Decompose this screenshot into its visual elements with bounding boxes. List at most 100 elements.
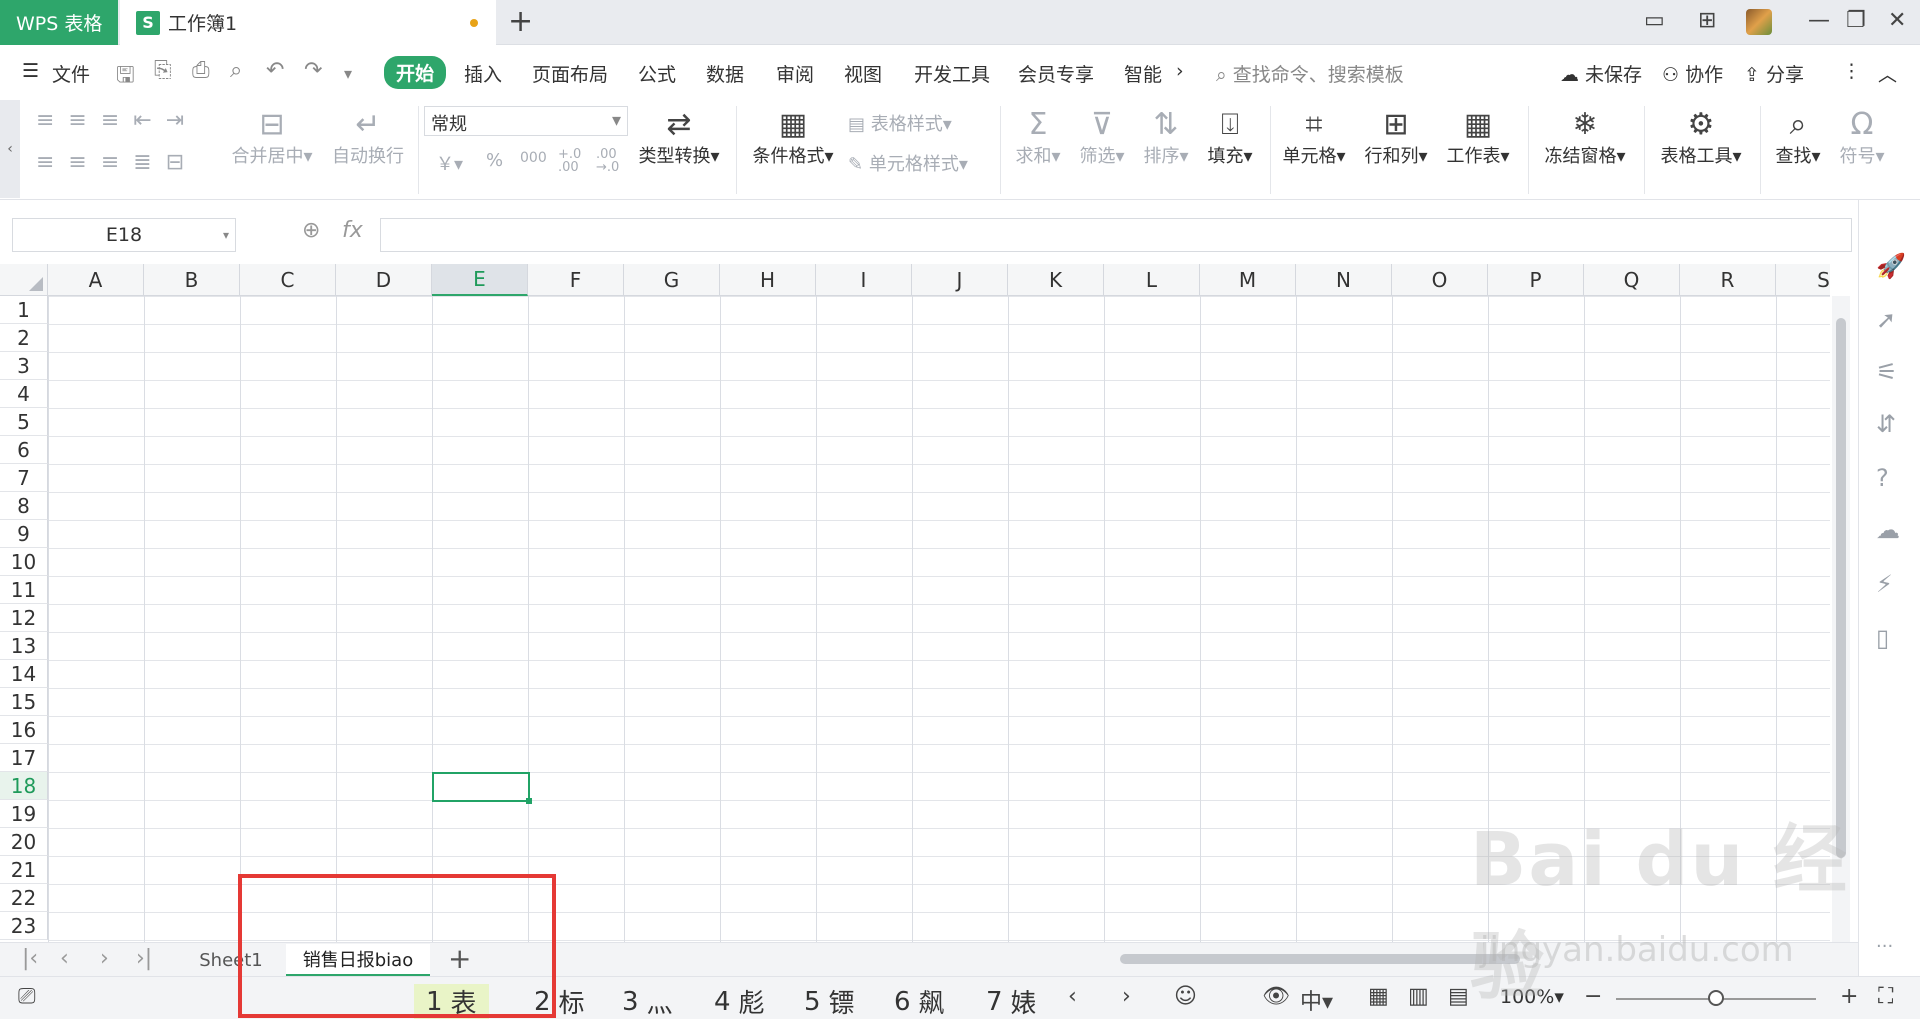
- redo-icon[interactable]: ↷: [304, 58, 322, 83]
- percent-format-button[interactable]: %: [486, 150, 503, 171]
- ime-candidate-5[interactable]: 5镖: [792, 984, 867, 1019]
- worksheet-button[interactable]: ▦ 工作表▾: [1442, 108, 1514, 168]
- next-sheet-icon[interactable]: ›: [100, 946, 109, 971]
- print-preview-icon[interactable]: ⌕: [230, 58, 242, 83]
- cell-button[interactable]: ⌗ 单元格▾: [1278, 108, 1350, 168]
- column-header-j[interactable]: J: [912, 264, 1008, 296]
- lightning-icon[interactable]: ⚡: [1876, 570, 1893, 598]
- ime-candidate-6[interactable]: 6飙: [882, 984, 957, 1019]
- close-icon[interactable]: ✕: [1888, 8, 1906, 33]
- row-header-7[interactable]: 7: [0, 464, 48, 492]
- column-header-p[interactable]: P: [1488, 264, 1584, 296]
- formula-input[interactable]: [380, 218, 1852, 252]
- column-header-a[interactable]: A: [48, 264, 144, 296]
- row-header-16[interactable]: 16: [0, 716, 48, 744]
- row-header-17[interactable]: 17: [0, 744, 48, 772]
- vertical-scrollbar-thumb[interactable]: [1836, 318, 1846, 858]
- row-header-10[interactable]: 10: [0, 548, 48, 576]
- quick-access-dropdown-icon[interactable]: ▾: [344, 64, 352, 83]
- menu-tab-insert[interactable]: 插入: [464, 60, 502, 87]
- ime-candidate-3[interactable]: 3灬: [610, 984, 685, 1019]
- merge-center-button[interactable]: ⊟ 合并居中▾: [230, 108, 314, 168]
- menu-tab-home[interactable]: 开始: [384, 56, 447, 89]
- menu-tab-page-layout[interactable]: 页面布局: [532, 60, 608, 87]
- first-sheet-icon[interactable]: |‹: [22, 946, 38, 971]
- name-box[interactable]: E18 ▾: [12, 218, 236, 252]
- row-col-button[interactable]: ⊞ 行和列▾: [1360, 108, 1432, 168]
- horizontal-scrollbar-thumb[interactable]: [1120, 954, 1520, 964]
- share-button[interactable]: ⇪ 分享: [1744, 60, 1804, 87]
- menu-tab-review[interactable]: 审阅: [776, 60, 814, 87]
- sheet-tab-sheet1[interactable]: Sheet1: [178, 944, 284, 976]
- row-header-4[interactable]: 4: [0, 380, 48, 408]
- find-button[interactable]: ⌕ 查找▾: [1770, 108, 1826, 168]
- add-sheet-button[interactable]: +: [448, 942, 471, 975]
- cell-style-button[interactable]: ✎ 单元格样式▾: [848, 150, 968, 176]
- hamburger-menu-icon[interactable]: ☰: [22, 60, 39, 82]
- row-header-2[interactable]: 2: [0, 324, 48, 352]
- last-sheet-icon[interactable]: ›|: [136, 946, 152, 971]
- collapse-ribbon-icon[interactable]: ︿: [1878, 60, 1897, 87]
- column-header-k[interactable]: K: [1008, 264, 1104, 296]
- column-header-i[interactable]: I: [816, 264, 912, 296]
- backup-icon[interactable]: ☁: [1876, 516, 1900, 544]
- column-header-m[interactable]: M: [1200, 264, 1296, 296]
- thousands-separator-button[interactable]: 000: [520, 150, 547, 166]
- more-options-icon[interactable]: ⋮: [1842, 60, 1861, 82]
- active-cell-e18[interactable]: [432, 772, 532, 804]
- ime-candidate-7[interactable]: 7婊: [974, 984, 1049, 1019]
- sort-button[interactable]: ⇅ 排序▾: [1138, 108, 1194, 168]
- filter-button[interactable]: ⊽ 筛选▾: [1074, 108, 1130, 168]
- row-header-20[interactable]: 20: [0, 828, 48, 856]
- column-header-r[interactable]: R: [1680, 264, 1776, 296]
- row-header-8[interactable]: 8: [0, 492, 48, 520]
- rocket-icon[interactable]: 🚀: [1876, 252, 1906, 280]
- row-header-1[interactable]: 1: [0, 296, 48, 324]
- column-header-o[interactable]: O: [1392, 264, 1488, 296]
- column-header-l[interactable]: L: [1104, 264, 1200, 296]
- collab-button[interactable]: ⚇ 协作: [1662, 60, 1723, 87]
- row-header-15[interactable]: 15: [0, 688, 48, 716]
- avatar[interactable]: [1746, 9, 1772, 35]
- apps-grid-icon[interactable]: ⊞: [1698, 8, 1716, 33]
- prev-sheet-icon[interactable]: ‹: [60, 946, 69, 971]
- pointer-icon[interactable]: ➚: [1876, 306, 1896, 334]
- export-pdf-icon[interactable]: ⎘: [154, 58, 172, 83]
- column-header-c[interactable]: C: [240, 264, 336, 296]
- column-header-g[interactable]: G: [624, 264, 720, 296]
- row-header-19[interactable]: 19: [0, 800, 48, 828]
- row-header-3[interactable]: 3: [0, 352, 48, 380]
- menu-more-icon[interactable]: ›: [1176, 60, 1184, 82]
- decrease-decimal-button[interactable]: .00 →.0: [596, 148, 626, 174]
- document-tab[interactable]: S 工作簿1: [120, 0, 496, 45]
- row-header-6[interactable]: 6: [0, 436, 48, 464]
- menu-tab-formulas[interactable]: 公式: [638, 60, 676, 87]
- unsaved-status[interactable]: ☁ 未保存: [1560, 60, 1642, 87]
- wps-home-tab[interactable]: WPS 表格: [0, 0, 118, 45]
- freeze-panes-button[interactable]: ❄ 冻结窗格▾: [1538, 108, 1632, 168]
- insert-function-button[interactable]: fx: [342, 218, 363, 243]
- column-header-b[interactable]: B: [144, 264, 240, 296]
- sliders-icon[interactable]: ⚟: [1876, 358, 1898, 386]
- minimize-icon[interactable]: —: [1808, 8, 1830, 33]
- ime-candidate-2[interactable]: 2标: [522, 984, 597, 1019]
- align-top-icons[interactable]: ≡≡≡⇤⇥: [36, 108, 198, 133]
- input-method-icon[interactable]: 中▾: [1300, 984, 1333, 1016]
- row-header-18[interactable]: 18: [0, 772, 48, 800]
- window-layout-icon[interactable]: ▭: [1644, 8, 1665, 33]
- conditional-format-button[interactable]: ▦ 条件格式▾: [748, 108, 838, 168]
- select-all-corner[interactable]: [0, 264, 48, 296]
- row-header-5[interactable]: 5: [0, 408, 48, 436]
- book-icon[interactable]: ▯: [1876, 624, 1889, 652]
- column-header-d[interactable]: D: [336, 264, 432, 296]
- column-header-e[interactable]: E: [432, 264, 528, 296]
- row-header-23[interactable]: 23: [0, 912, 48, 940]
- wrap-text-button[interactable]: ↵ 自动换行: [330, 108, 406, 168]
- command-search[interactable]: ⌕ 查找命令、搜索模板: [1216, 60, 1404, 87]
- increase-decimal-button[interactable]: +.0 .00: [558, 148, 588, 174]
- align-horizontal-icons[interactable]: ≡≡≡≣⊟: [36, 150, 198, 175]
- column-header-q[interactable]: Q: [1584, 264, 1680, 296]
- menu-tab-view[interactable]: 视图: [844, 60, 882, 87]
- type-convert-button[interactable]: ⇄ 类型转换▾: [634, 108, 724, 168]
- normal-view-icon[interactable]: ▦: [1368, 984, 1389, 1009]
